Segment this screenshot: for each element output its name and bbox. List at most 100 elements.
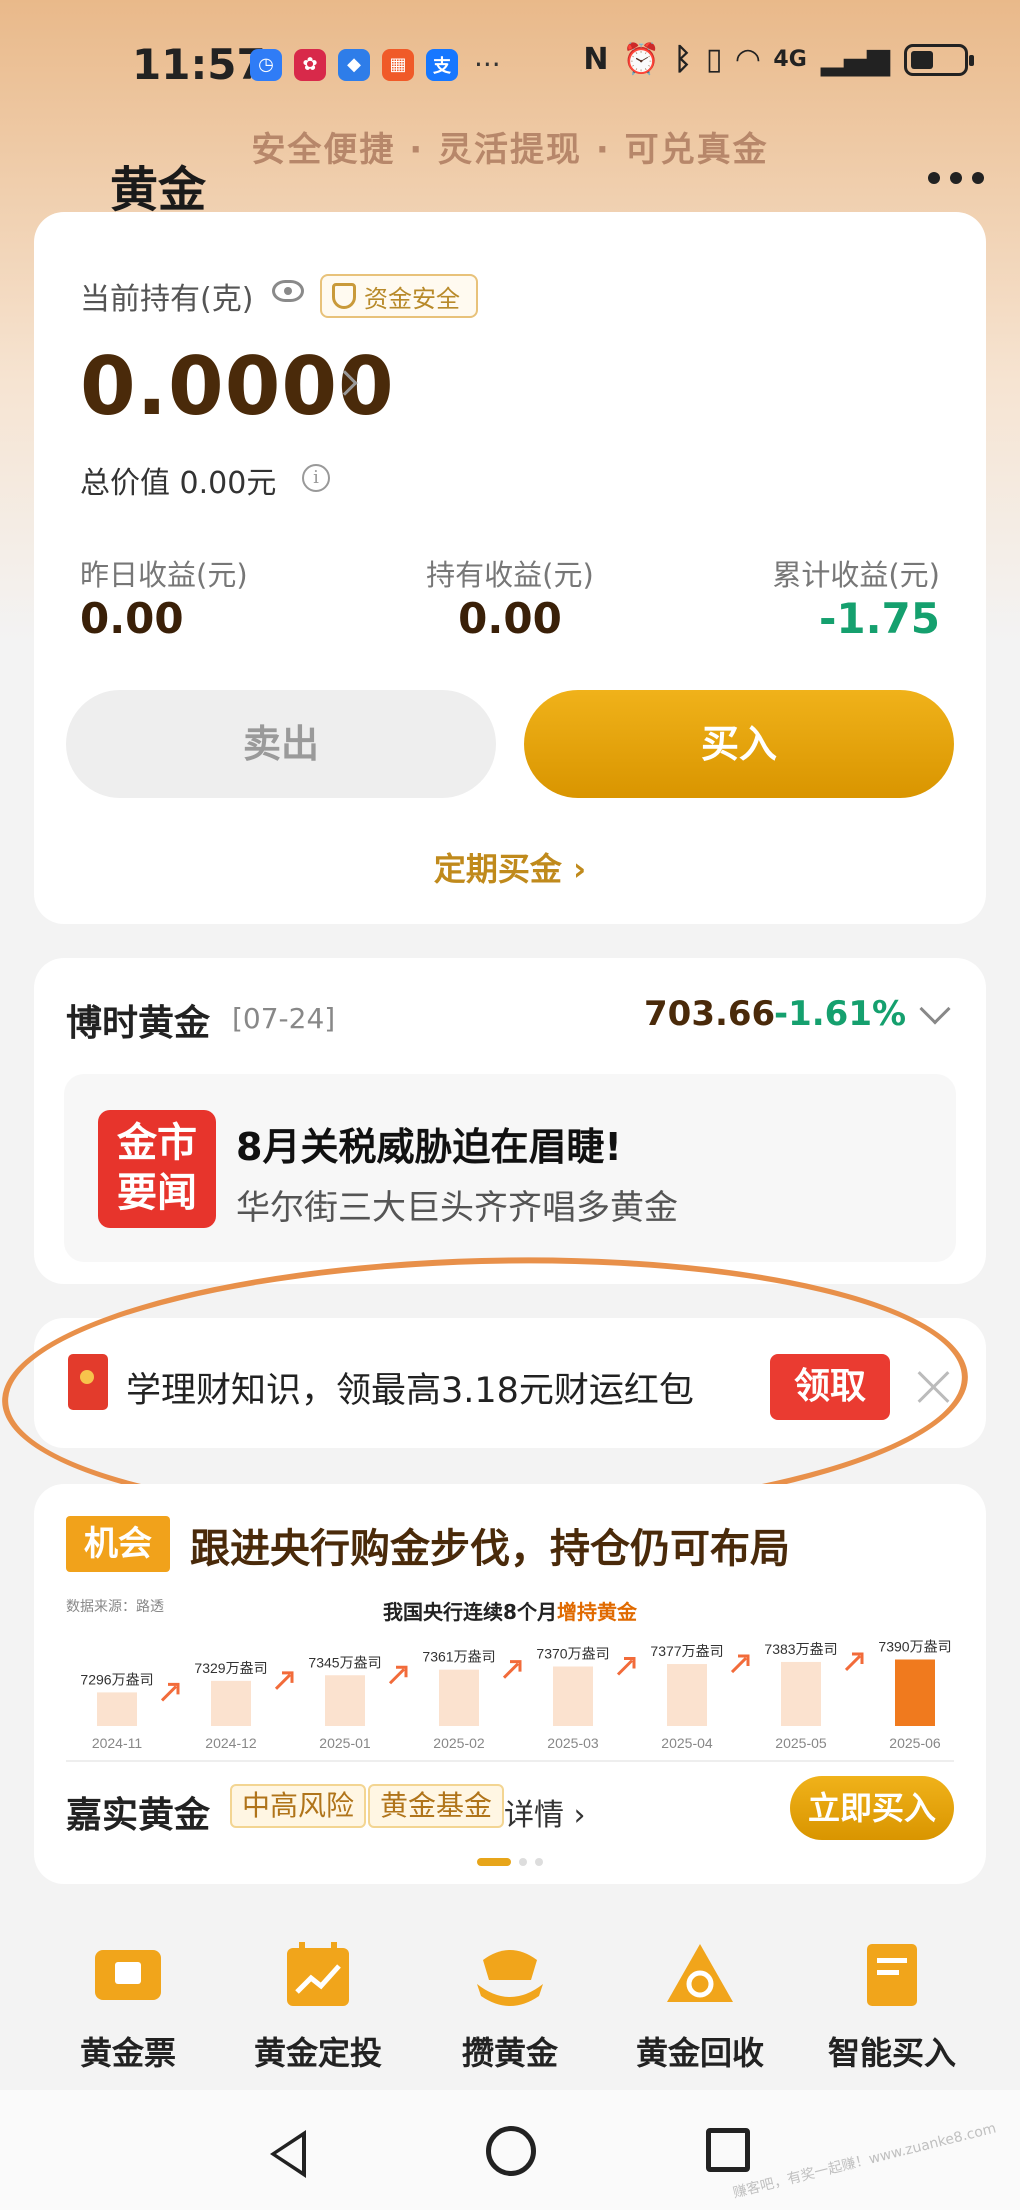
back-button[interactable] (20, 150, 107, 357)
promo-banner[interactable]: 学理财知识，领最高3.18元财运红包 领取 (34, 1318, 986, 1448)
news-subtitle: 华尔街三大巨头齐齐唱多黄金 (236, 1188, 678, 1228)
holding-label: 当前持有(克) (80, 282, 254, 317)
chart-category-label: 2025-06 (889, 1735, 941, 1751)
fund-change: -1.61% (774, 994, 907, 1034)
chart-bar (325, 1675, 365, 1726)
alarm-icon: ⏰ (622, 42, 660, 77)
eye-icon[interactable] (272, 280, 304, 302)
red-envelope-icon (68, 1354, 108, 1410)
gold-ticket-icon (95, 1950, 161, 2000)
chart-bar (553, 1666, 593, 1726)
chart-value-label: 7361万盎司 (422, 1649, 495, 1665)
news-logo: 金市要闻 (98, 1110, 216, 1228)
total-earnings-value: -1.75 (818, 594, 940, 643)
status-time: 11:57 (132, 40, 266, 89)
shield-app-icon: ◆ (338, 48, 370, 81)
entry-save-gold[interactable]: 攒黄金 (410, 1940, 610, 2074)
chart-category-label: 2025-01 (319, 1735, 371, 1751)
chart-category-label: 2024-12 (205, 1735, 257, 1751)
chart-up-arrow-icon (730, 1654, 750, 1674)
chevron-down-icon[interactable] (919, 993, 951, 1025)
opportunity-badge: 机会 (66, 1516, 170, 1572)
chart-category-label: 2025-05 (775, 1735, 827, 1751)
chart-up-arrow-icon (844, 1652, 864, 1672)
detail-link[interactable]: 详情 › (504, 1790, 586, 1834)
buy-now-button[interactable]: 立即买入 (790, 1776, 954, 1840)
savings-icon (477, 1950, 543, 2006)
calendar-chart-icon (287, 1942, 349, 2006)
shield-check-icon (332, 283, 356, 309)
chart-svg: 7296万盎司 2024-11 7329万盎司 2024-12 7345万盎司 2025-… (80, 1639, 951, 1752)
quick-entries: 黄金票 黄金定投 攒黄金 黄金回收 智能买入 (0, 1940, 1020, 2072)
chart-category-label: 2024-11 (92, 1735, 143, 1751)
document-icon (867, 1944, 917, 2006)
fund-card: 博时黄金 [07-24] 703.66 -1.61% 金市要闻 8月关税威胁迫在… (34, 958, 986, 1284)
opportunity-title: 跟进央行购金步伐，持仓仍可布局 (190, 1526, 790, 1572)
reserve-chart[interactable]: 数据来源：路透 我国央行连续8个月增持黄金 7296万盎司 2024-11 7329… (54, 1596, 966, 1756)
chart-up-arrow-icon (274, 1671, 294, 1690)
vibrate-icon: ▯ (705, 42, 723, 77)
risk-tag: 中高风险 (230, 1784, 367, 1828)
regular-buy-link[interactable]: 定期买金 › (34, 844, 986, 890)
nav-recent-icon[interactable] (706, 2128, 750, 2172)
safety-badge[interactable]: 资金安全 (320, 274, 478, 318)
nav-back-icon[interactable] (270, 2130, 306, 2178)
category-tag: 黄金基金 (368, 1784, 505, 1828)
news-title: 8月关税威胁迫在眉睫! (236, 1125, 622, 1169)
entry-gold-investment[interactable]: 黄金定投 (218, 1940, 418, 2074)
news-item[interactable]: 金市要闻 8月关税威胁迫在眉睫! 华尔街三大巨头齐齐唱多黄金 (64, 1074, 956, 1262)
chart-category-label: 2025-03 (547, 1735, 599, 1751)
chart-value-label: 7390万盎司 (878, 1639, 951, 1655)
fund-name-2[interactable]: 嘉实黄金 (66, 1786, 210, 1838)
chart-value-label: 7383万盎司 (764, 1641, 837, 1657)
buy-button[interactable]: 买入 (524, 690, 954, 798)
chart-up-arrow-icon (388, 1665, 408, 1685)
chart-category-label: 2025-02 (433, 1735, 485, 1751)
battery-icon (904, 43, 974, 76)
close-icon[interactable] (916, 1370, 950, 1404)
promo-text: 学理财知识，领最高3.18元财运红包 (126, 1371, 694, 1411)
chart-value-label: 7345万盎司 (308, 1654, 381, 1670)
chart-bar (895, 1659, 935, 1726)
safety-badge-label: 资金安全 (364, 284, 460, 313)
huawei-app-icon: ✿ (294, 48, 326, 81)
sell-button[interactable]: 卖出 (66, 690, 496, 798)
chart-bar (439, 1669, 479, 1726)
clock-app-icon: ◷ (250, 48, 282, 81)
chart-category-label: 2025-04 (661, 1735, 713, 1751)
carousel-indicator (34, 1858, 986, 1866)
status-system-icons: N ⏰ ᛒ ▯ ◠ 4G ▂▄▆ (583, 42, 974, 77)
alipay-app-icon: 支 (426, 48, 458, 81)
claim-button[interactable]: 领取 (770, 1354, 890, 1420)
chart-bar (211, 1680, 251, 1726)
fund-name[interactable]: 博时黄金 (66, 994, 210, 1046)
entry-gold-ticket[interactable]: 黄金票 (28, 1940, 228, 2074)
status-bar: 11:57 ◷ ✿ ◆ ▦ 支 ··· N ⏰ ᛒ ▯ ◠ 4G ▂▄▆ (0, 0, 1020, 130)
chart-value-label: 7329万盎司 (194, 1660, 267, 1676)
chart-bar (781, 1661, 821, 1726)
opportunity-card: 机会 跟进央行购金步伐，持仓仍可布局 数据来源：路透 我国央行连续8个月增持黄金… (34, 1484, 986, 1884)
chart-value-label: 7296万盎司 (80, 1671, 153, 1687)
total-value: 总价值 0.00元 (80, 466, 277, 501)
entry-gold-recycle[interactable]: 黄金回收 (600, 1940, 800, 2074)
holding-card: 当前持有(克) 资金安全 0.0000 总价值 0.00元 i 昨日收益(元) … (34, 212, 986, 924)
fund-date: [07-24] (232, 1002, 336, 1035)
info-icon[interactable]: i (302, 464, 330, 492)
more-notifications: ··· (474, 48, 501, 81)
fund-price: 703.66 (644, 994, 776, 1034)
nav-home-icon[interactable] (486, 2126, 536, 2176)
more-menu-button[interactable] (928, 172, 984, 184)
status-app-icons: ◷ ✿ ◆ ▦ 支 ··· (250, 48, 501, 81)
chart-bar (667, 1664, 707, 1726)
bluetooth-icon: ᛒ (673, 42, 692, 77)
wifi-icon: ◠ (736, 42, 760, 77)
nfc-icon: N (583, 42, 609, 77)
recycle-icon (667, 1944, 733, 2002)
chart-up-arrow-icon (160, 1682, 180, 1702)
chart-value-label: 7377万盎司 (650, 1643, 723, 1659)
total-earnings-label: 累计收益(元) (772, 558, 940, 592)
chart-value-label: 7370万盎司 (536, 1646, 609, 1662)
entry-smart-buy[interactable]: 智能买入 (792, 1940, 992, 2074)
signal-icon: ▂▄▆ (820, 42, 890, 77)
network-type: 4G (773, 47, 807, 72)
